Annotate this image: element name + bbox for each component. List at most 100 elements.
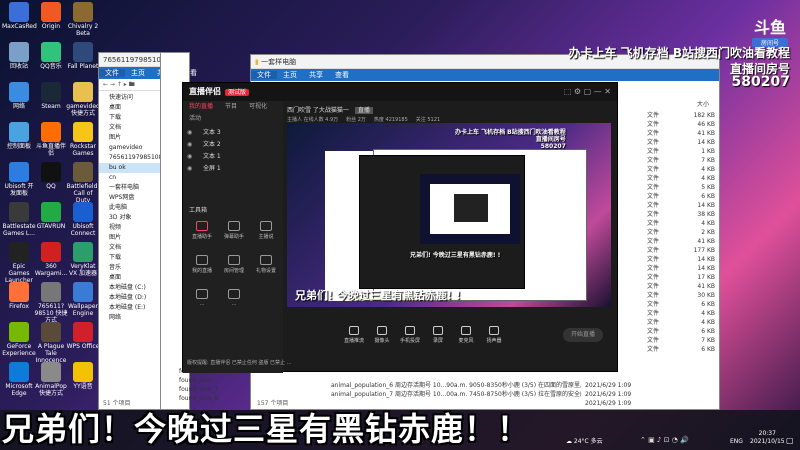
nav-item[interactable]: gamevideo <box>99 143 161 153</box>
nav-item[interactable]: 下载 <box>99 253 161 263</box>
tool-button[interactable]: 主播说 <box>251 221 281 240</box>
input-lang[interactable]: ENG <box>730 438 743 445</box>
file-row[interactable]: found_icon... <box>179 376 259 385</box>
explorer-left-address[interactable]: ← → ↑ ▸ 🖿 <box>99 79 161 91</box>
app-tab[interactable]: 可视化 <box>243 101 273 113</box>
nav-item[interactable]: 图片 <box>99 233 161 243</box>
app-icon <box>41 42 61 62</box>
eye-icon[interactable]: ◉ <box>187 163 192 175</box>
desktop-icon[interactable]: QQ音乐 <box>34 42 68 70</box>
tool-button[interactable]: 房间管理 <box>219 255 249 274</box>
file-type: 文件 <box>647 328 660 335</box>
desktop-icon[interactable]: Wallpaper Engine <box>66 282 100 317</box>
desktop-icon[interactable]: 斗鱼直播伴侣 <box>34 122 68 157</box>
desktop-icon[interactable]: GTAVRUN <box>34 202 68 230</box>
nav-item[interactable]: bu ok <box>99 163 161 173</box>
nav-item[interactable]: 桌面 <box>99 103 161 113</box>
app-tab[interactable]: 活动 <box>183 113 207 125</box>
clock[interactable]: 20:37 2021/10/15 <box>750 430 785 446</box>
source-item[interactable]: ◉ 全屏 1 <box>183 163 283 175</box>
source-item[interactable]: ◉ 文本 3 <box>183 127 283 139</box>
ribbon-tab[interactable]: 主页 <box>277 71 303 79</box>
desktop-icon[interactable]: Epic Games Launcher <box>2 242 36 284</box>
ribbon-tab[interactable]: 查看 <box>329 71 355 79</box>
desktop-icon[interactable]: GeForce Experience <box>2 322 36 357</box>
ribbon-tab[interactable]: 共享 <box>303 71 329 79</box>
desktop-icon[interactable]: Microsoft Edge <box>2 362 36 397</box>
nav-item[interactable]: 文档 <box>99 123 161 133</box>
tool-button[interactable]: ... <box>219 289 249 307</box>
notification-icon[interactable]: ▢ <box>786 436 794 445</box>
source-item[interactable]: ◉ 文本 2 <box>183 139 283 151</box>
nav-item[interactable]: 音乐 <box>99 263 161 273</box>
desktop-icon[interactable]: Ubisoft 开发面板 <box>2 162 36 197</box>
nav-item[interactable]: 765611979851085 <box>99 153 161 163</box>
desktop-icon[interactable]: Chivalry 2 Beta <box>66 2 100 37</box>
eye-icon[interactable]: ◉ <box>187 139 192 151</box>
tool-button[interactable]: 礼物设置 <box>251 255 281 274</box>
app-tab[interactable]: 我的直播 <box>183 101 219 113</box>
tool-button[interactable]: 直播助手 <box>187 221 217 240</box>
ribbon-tab[interactable]: 主页 <box>125 69 151 77</box>
tray-icons[interactable]: ⌃ ▣ ♪ ⊡ ◔ 🔊 <box>640 436 689 444</box>
nav-item[interactable]: 图片 <box>99 133 161 143</box>
tool-button[interactable]: 弹幕助手 <box>219 221 249 240</box>
source-item[interactable]: ◉ 文本 1 <box>183 151 283 163</box>
desktop-icon[interactable]: VeryKlat VX 加速器 <box>66 242 100 277</box>
nav-item[interactable]: 文档 <box>99 243 161 253</box>
eye-icon[interactable]: ◉ <box>187 151 192 163</box>
control-button[interactable]: 录屏 <box>425 326 451 344</box>
control-button[interactable]: 麦克风 <box>453 326 479 344</box>
desktop-icon[interactable]: Battlestate Games L... <box>2 202 36 237</box>
tool-button[interactable]: 我的直播 <box>187 255 217 274</box>
desktop-icon[interactable]: 回收站 <box>2 42 36 70</box>
nav-item[interactable]: 本地磁盘 (D:) <box>99 293 161 303</box>
tool-button[interactable]: ... <box>187 289 217 307</box>
nav-item[interactable]: 本地磁盘 (C:) <box>99 283 161 293</box>
desktop-icon[interactable]: gamevideo 快捷方式 <box>66 82 100 117</box>
desktop-icon[interactable]: YY语音 <box>66 362 100 390</box>
desktop-icon[interactable]: QQ <box>34 162 68 190</box>
nav-item[interactable]: cn <box>99 173 161 183</box>
desktop-icon[interactable]: Steam <box>34 82 68 110</box>
desktop-icon[interactable]: A Plague Tale Innocence <box>34 322 68 364</box>
desktop-icon[interactable]: WPS Office <box>66 322 100 350</box>
desktop-icon[interactable]: Origin <box>34 2 68 30</box>
desktop-icon[interactable]: MaxCasRed <box>2 2 37 30</box>
desktop-icon[interactable]: Rockstar Games <box>66 122 100 157</box>
nav-item[interactable]: 一套样电脑 <box>99 183 161 193</box>
desktop-icon[interactable]: AnimalPop 快捷方式 <box>34 362 68 397</box>
nav-item[interactable]: 视频 <box>99 223 161 233</box>
nav-item[interactable]: 本地磁盘 (E:) <box>99 303 161 313</box>
control-button[interactable]: 手机投屏 <box>397 326 423 344</box>
desktop-icon[interactable]: 765611?98510 快捷方式 <box>34 282 68 324</box>
nav-item[interactable]: 3D 对象 <box>99 213 161 223</box>
tool-label: ... <box>199 301 205 307</box>
file-row[interactable]: found_icon_7 <box>179 385 259 394</box>
desktop-icon[interactable]: Fall Planet <box>66 42 100 70</box>
desktop-icon[interactable]: Ubisoft Connect <box>66 202 100 237</box>
eye-icon[interactable]: ◉ <box>187 127 192 139</box>
nav-item[interactable]: 快速访问 <box>99 93 161 103</box>
nav-item[interactable]: 此电脑 <box>99 203 161 213</box>
nav-item[interactable]: 网络 <box>99 313 161 323</box>
control-button[interactable]: 直播推流 <box>341 326 367 344</box>
control-button[interactable]: 扬声器 <box>481 326 507 344</box>
nav-item[interactable]: 桌面 <box>99 273 161 283</box>
nav-item[interactable]: 下载 <box>99 113 161 123</box>
desktop-icon[interactable]: 网络 <box>2 82 36 110</box>
file-row[interactable]: found_icon_8 <box>179 394 259 403</box>
desktop-icon[interactable]: Battlefield: Call of Duty <box>66 162 100 204</box>
explorer-right-size-header[interactable]: 大小 <box>697 99 709 108</box>
weather-widget[interactable]: ☁ 24°C 多云 <box>566 436 603 445</box>
control-button[interactable]: 摄像头 <box>369 326 395 344</box>
desktop-icon[interactable]: 控制面板 <box>2 122 36 150</box>
ribbon-tab[interactable]: 文件 <box>99 69 125 77</box>
go-live-button[interactable]: 开始直播 <box>563 328 603 342</box>
nav-item[interactable]: WPS网盘 <box>99 193 161 203</box>
window-controls[interactable]: ⬚ ⚙ ▢ — ✕ <box>564 83 617 101</box>
ribbon-tab[interactable]: 文件 <box>251 71 277 79</box>
desktop-icon[interactable]: 360 Wargami... <box>34 242 68 277</box>
app-tab[interactable]: 节目 <box>219 101 243 113</box>
desktop-icon[interactable]: Firefox <box>2 282 36 310</box>
